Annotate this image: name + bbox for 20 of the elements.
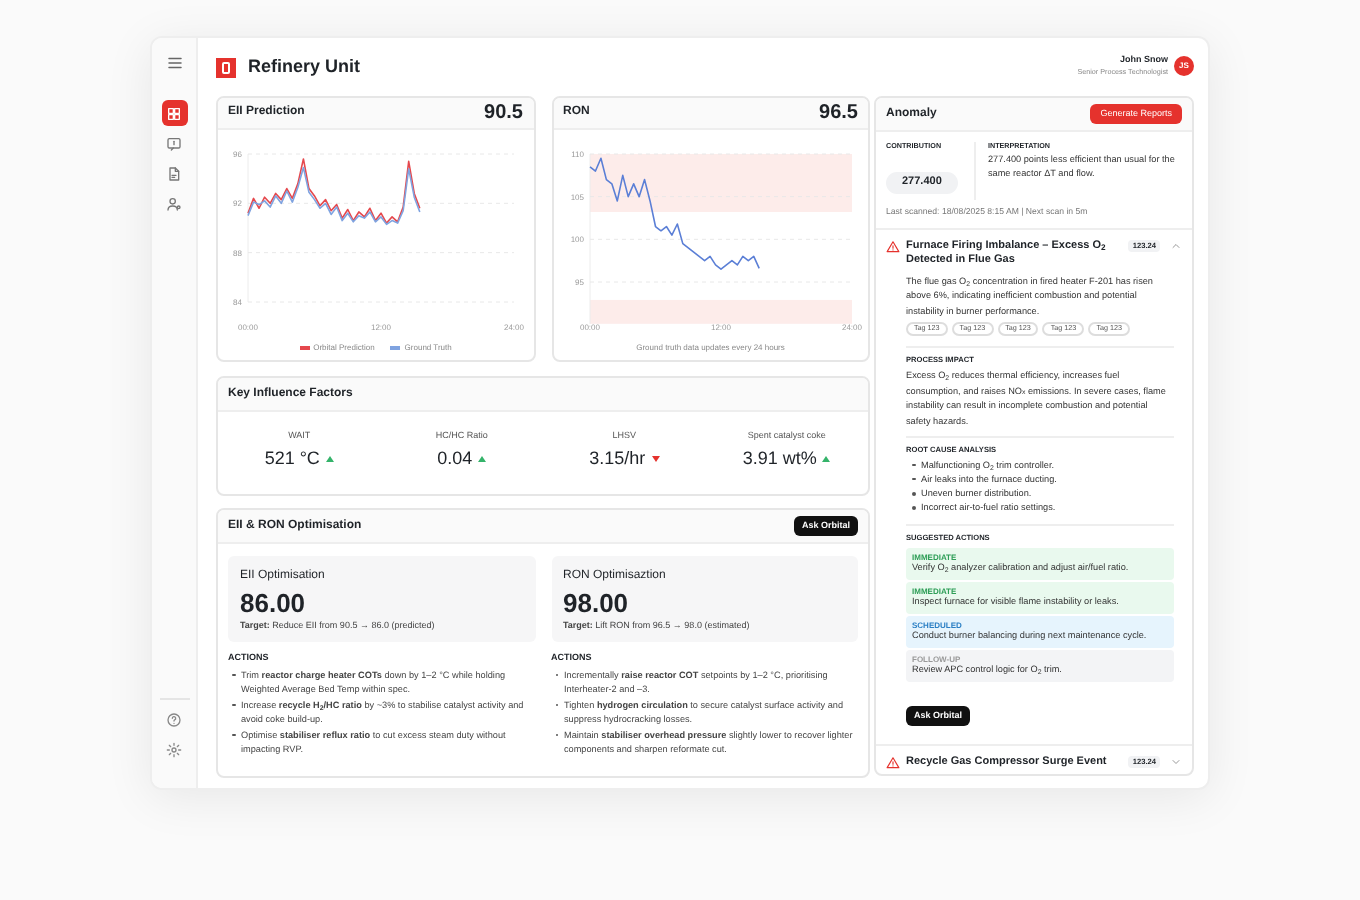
- logo-icon: [216, 57, 236, 77]
- nav-button[interactable]: [161, 100, 187, 126]
- metric-value: 96.5: [819, 100, 858, 128]
- factor-value: 0.04: [437, 445, 473, 472]
- factor-value: 3.91 wt%: [742, 445, 817, 472]
- warning-icon: [886, 755, 900, 770]
- chat-icon: [166, 135, 182, 151]
- warning-icon: [886, 239, 900, 254]
- factor-value: 521 °C: [264, 445, 320, 472]
- factor-value: 3.15/hr: [589, 445, 646, 472]
- metric-value: 90.5: [484, 100, 523, 128]
- optimisation-value: 86.00: [240, 588, 308, 618]
- user-icon: [166, 195, 182, 211]
- settings-icon[interactable]: [166, 742, 182, 758]
- optimisation-value: 98.00: [563, 588, 631, 618]
- menu-icon[interactable]: [165, 54, 183, 72]
- document-icon: [166, 165, 182, 181]
- dashboard-icon: [166, 105, 182, 121]
- help-icon[interactable]: [166, 712, 182, 728]
- page-title: Refinery Unit: [248, 53, 361, 80]
